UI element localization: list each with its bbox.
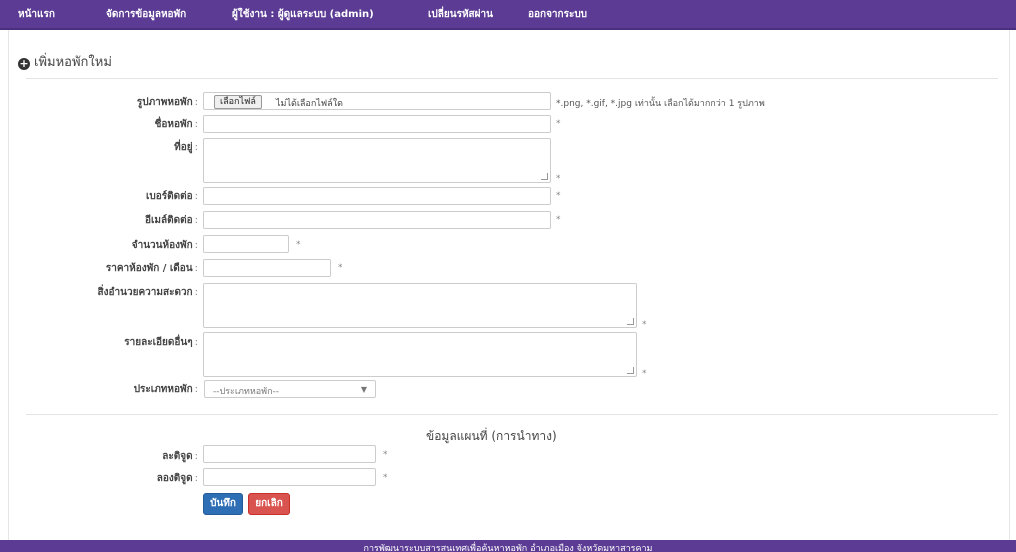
- divider: [26, 78, 998, 79]
- image-file-input[interactable]: เลือกไฟล์ ไม่ได้เลือกไฟล์ใด: [203, 92, 551, 110]
- details-label: รายละเอียดอื่นๆ:: [124, 337, 198, 348]
- resize-grip-icon[interactable]: [627, 367, 634, 374]
- section-title-text: เพิ่มหอพักใหม่: [34, 55, 112, 70]
- phone-label: เบอร์ติดต่อ:: [145, 191, 198, 202]
- nav-manage-dorm[interactable]: จัดการข้อมูลหอพัก: [106, 7, 186, 22]
- required-mark: *: [383, 473, 388, 483]
- nav-user[interactable]: ผู้ใช้งาน : ผู้ดูแลระบบ (admin): [232, 7, 374, 22]
- name-label: ชื่อหอพัก:: [154, 119, 198, 130]
- nav-change-password[interactable]: เปลี่ยนรหัสผ่าน: [428, 7, 493, 22]
- cancel-button[interactable]: ยกเลิก: [248, 493, 290, 515]
- facilities-label: สิ่งอำนวยความสะดวก:: [97, 287, 198, 298]
- email-input[interactable]: [203, 211, 551, 229]
- chevron-down-icon: ▼: [360, 385, 367, 394]
- address-label: ที่อยู่:: [174, 142, 198, 153]
- required-mark: *: [556, 119, 561, 129]
- top-navbar: หน้าแรก จัดการข้อมูลหอพัก ผู้ใช้งาน : ผู…: [0, 0, 1016, 30]
- file-hint: *.png, *.gif, *.jpg เท่านั้น เลือกได้มาก…: [556, 99, 765, 109]
- price-input[interactable]: [203, 259, 331, 277]
- footer: การพัฒนาระบบสารสนเทศเพื่อค้นหาหอพัก อำเภ…: [0, 540, 1016, 552]
- nav-logout[interactable]: ออกจากระบบ: [528, 7, 587, 22]
- rooms-input[interactable]: [203, 235, 289, 253]
- dorm-type-selected: --ประเภทหอพัก--: [213, 387, 280, 397]
- file-status: ไม่ได้เลือกไฟล์ใด: [276, 99, 343, 109]
- longitude-input[interactable]: [203, 468, 376, 486]
- address-textarea[interactable]: [203, 138, 551, 183]
- required-mark: *: [338, 263, 343, 273]
- required-mark: *: [383, 450, 388, 460]
- type-label: ประเภทหอพัก:: [133, 384, 198, 395]
- required-mark: *: [642, 320, 647, 330]
- latitude-label: ละติจูด:: [162, 451, 198, 462]
- resize-grip-icon[interactable]: [541, 173, 548, 180]
- name-input[interactable]: [203, 115, 551, 133]
- image-label: รูปภาพหอพัก:: [136, 97, 198, 108]
- map-section-title: ข้อมูลแผนที่ (การนำทาง): [426, 429, 557, 443]
- email-label: อีเมล์ติดต่อ:: [144, 215, 198, 226]
- longitude-label: ลองติจูด:: [156, 473, 198, 484]
- footer-text: การพัฒนาระบบสารสนเทศเพื่อค้นหาหอพัก อำเภ…: [363, 544, 653, 552]
- required-mark: *: [556, 215, 561, 225]
- required-mark: *: [642, 369, 647, 379]
- section-title: + เพิ่มหอพักใหม่: [18, 51, 112, 72]
- choose-file-button[interactable]: เลือกไฟล์: [214, 95, 262, 109]
- details-textarea[interactable]: [203, 332, 637, 377]
- facilities-textarea[interactable]: [203, 283, 637, 328]
- required-mark: *: [556, 191, 561, 201]
- dorm-type-select[interactable]: --ประเภทหอพัก-- ▼: [204, 380, 376, 398]
- required-mark: *: [296, 240, 301, 250]
- price-label: ราคาห้องพัก / เดือน:: [105, 263, 198, 274]
- latitude-input[interactable]: [203, 445, 376, 463]
- divider: [26, 414, 998, 415]
- rooms-label: จำนวนห้องพัก:: [131, 240, 198, 251]
- phone-input[interactable]: [203, 187, 551, 205]
- required-mark: *: [556, 174, 561, 184]
- nav-home[interactable]: หน้าแรก: [18, 7, 55, 22]
- save-button[interactable]: บันทึก: [203, 493, 243, 515]
- plus-circle-icon: +: [18, 57, 30, 70]
- resize-grip-icon[interactable]: [627, 318, 634, 325]
